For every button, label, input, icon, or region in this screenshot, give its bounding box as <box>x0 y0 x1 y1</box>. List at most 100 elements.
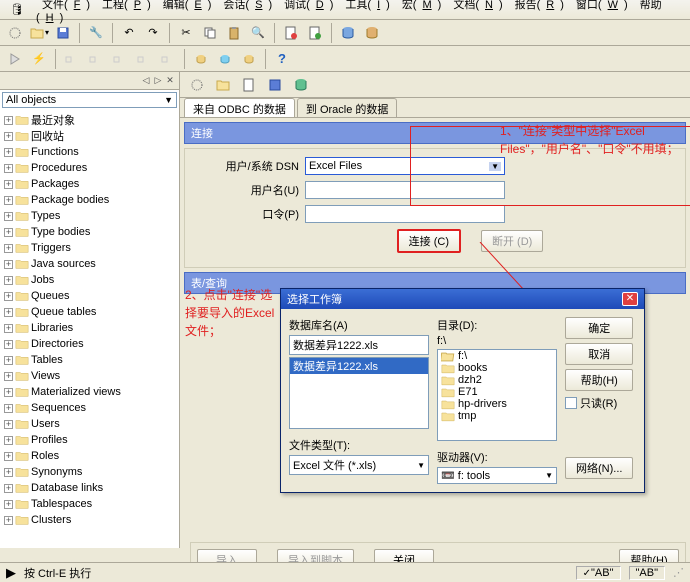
expand-icon[interactable]: + <box>4 356 13 365</box>
rt-new-icon[interactable] <box>186 74 208 96</box>
tree-item[interactable]: +Clusters <box>4 512 175 528</box>
expand-icon[interactable]: + <box>4 420 13 429</box>
tree-item[interactable]: +Queue tables <box>4 304 175 320</box>
tree-item[interactable]: +Directories <box>4 336 175 352</box>
menu-宏[interactable]: 宏(M) <box>396 0 448 13</box>
expand-icon[interactable]: + <box>4 436 13 445</box>
paste-icon[interactable] <box>223 22 245 44</box>
expand-icon[interactable]: + <box>4 228 13 237</box>
tab-from-odbc[interactable]: 来自 ODBC 的数据 <box>184 98 295 117</box>
expand-icon[interactable]: + <box>4 260 13 269</box>
expand-icon[interactable]: + <box>4 372 13 381</box>
dialog-ok-button[interactable]: 确定 <box>565 317 633 339</box>
tree-item[interactable]: +Materialized views <box>4 384 175 400</box>
expand-icon[interactable]: + <box>4 516 13 525</box>
dialog-close-button[interactable]: ✕ <box>622 292 638 306</box>
tree-item[interactable]: +Functions <box>4 144 175 160</box>
tree-item[interactable]: +Triggers <box>4 240 175 256</box>
object-tree[interactable]: +最近对象+回收站+Functions+Procedures+Packages+… <box>0 110 179 548</box>
find-icon[interactable]: 🔍 <box>247 22 269 44</box>
new-icon[interactable] <box>4 22 26 44</box>
expand-icon[interactable]: + <box>4 404 13 413</box>
tree-item[interactable]: +回收站 <box>4 128 175 144</box>
rt-save-icon[interactable] <box>264 74 286 96</box>
tree-item[interactable]: +Queues <box>4 288 175 304</box>
object-selector[interactable]: All objects ▼ <box>2 92 177 108</box>
tree-item[interactable]: +Views <box>4 368 175 384</box>
tree-item[interactable]: +Sequences <box>4 400 175 416</box>
expand-icon[interactable]: + <box>4 180 13 189</box>
expand-icon[interactable]: + <box>4 468 13 477</box>
tree-item[interactable]: +Packages <box>4 176 175 192</box>
dir-item[interactable]: books <box>438 362 556 374</box>
tree-item[interactable]: +Types <box>4 208 175 224</box>
redo-icon[interactable]: ↷ <box>142 22 164 44</box>
dir-item[interactable]: dzh2 <box>438 374 556 386</box>
menu-窗口[interactable]: 窗口(W) <box>570 0 634 13</box>
expand-icon[interactable]: + <box>4 212 13 221</box>
dbname-input[interactable]: 数据差异1222.xls <box>289 335 429 355</box>
expand-icon[interactable]: + <box>4 308 13 317</box>
obj1-icon[interactable] <box>190 48 212 70</box>
menu-会话[interactable]: 会话(S) <box>217 0 278 13</box>
tree-item[interactable]: +Jobs <box>4 272 175 288</box>
tree-item[interactable]: +最近对象 <box>4 112 175 128</box>
menu-文档[interactable]: 文档(N) <box>447 0 508 13</box>
run-icon[interactable] <box>4 48 26 70</box>
dir-listbox[interactable]: f:\booksdzh2E71hp-driverstmp <box>437 349 557 441</box>
tree-item[interactable]: +Tablespaces <box>4 496 175 512</box>
step5-icon[interactable] <box>157 48 179 70</box>
obj3-icon[interactable] <box>238 48 260 70</box>
step3-icon[interactable] <box>109 48 131 70</box>
db1-icon[interactable] <box>337 22 359 44</box>
tree-item[interactable]: +Procedures <box>4 160 175 176</box>
pane-right-icon[interactable]: ▷ <box>153 76 163 86</box>
tree-item[interactable]: +Type bodies <box>4 224 175 240</box>
menu-报告[interactable]: 报告(R) <box>509 0 570 13</box>
tree-item[interactable]: +Synonyms <box>4 464 175 480</box>
drive-combo[interactable]: 📼 f: tools▼ <box>437 467 557 484</box>
tree-item[interactable]: +Database links <box>4 480 175 496</box>
filetype-combo[interactable]: Excel 文件 (*.xls)▼ <box>289 455 429 475</box>
tree-item[interactable]: +Users <box>4 416 175 432</box>
expand-icon[interactable]: + <box>4 388 13 397</box>
tree-item[interactable]: +Java sources <box>4 256 175 272</box>
menu-工具[interactable]: 工具(I) <box>339 0 395 13</box>
doc1-icon[interactable] <box>280 22 302 44</box>
dir-item[interactable]: E71 <box>438 386 556 398</box>
tree-item[interactable]: +Package bodies <box>4 192 175 208</box>
expand-icon[interactable]: + <box>4 324 13 333</box>
step1-icon[interactable] <box>61 48 83 70</box>
save-icon[interactable] <box>52 22 74 44</box>
rt-edit-icon[interactable] <box>238 74 260 96</box>
expand-icon[interactable]: + <box>4 452 13 461</box>
undo-icon[interactable]: ↶ <box>118 22 140 44</box>
pane-left-icon[interactable]: ◁ <box>141 76 151 86</box>
rt-open-icon[interactable] <box>212 74 234 96</box>
expand-icon[interactable]: + <box>4 116 13 125</box>
expand-icon[interactable]: + <box>4 292 13 301</box>
file-listbox[interactable]: 数据差异1222.xls <box>289 357 429 429</box>
connect-button[interactable]: 连接 (C) <box>397 229 461 253</box>
tool-icon[interactable]: 🔧 <box>85 22 107 44</box>
dialog-help-button[interactable]: 帮助(H) <box>565 369 633 391</box>
expand-icon[interactable]: + <box>4 276 13 285</box>
tree-item[interactable]: +Tables <box>4 352 175 368</box>
pwd-input[interactable] <box>305 205 505 223</box>
obj2-icon[interactable] <box>214 48 236 70</box>
open-icon[interactable]: ▾ <box>28 22 50 44</box>
dsn-select[interactable]: Excel Files ▼ <box>305 157 505 175</box>
tree-item[interactable]: +Roles <box>4 448 175 464</box>
expand-icon[interactable]: + <box>4 148 13 157</box>
rt-db-icon[interactable] <box>290 74 312 96</box>
menu-编辑[interactable]: 编辑(E) <box>157 0 218 13</box>
dir-item[interactable]: hp-drivers <box>438 398 556 410</box>
exec-icon[interactable]: ⚡ <box>28 48 50 70</box>
user-input[interactable] <box>305 181 505 199</box>
menu-工程[interactable]: 工程(P) <box>96 0 157 13</box>
cut-icon[interactable]: ✂ <box>175 22 197 44</box>
copy-icon[interactable] <box>199 22 221 44</box>
readonly-checkbox[interactable]: 只读(R) <box>565 395 633 411</box>
expand-icon[interactable]: + <box>4 484 13 493</box>
doc2-icon[interactable] <box>304 22 326 44</box>
